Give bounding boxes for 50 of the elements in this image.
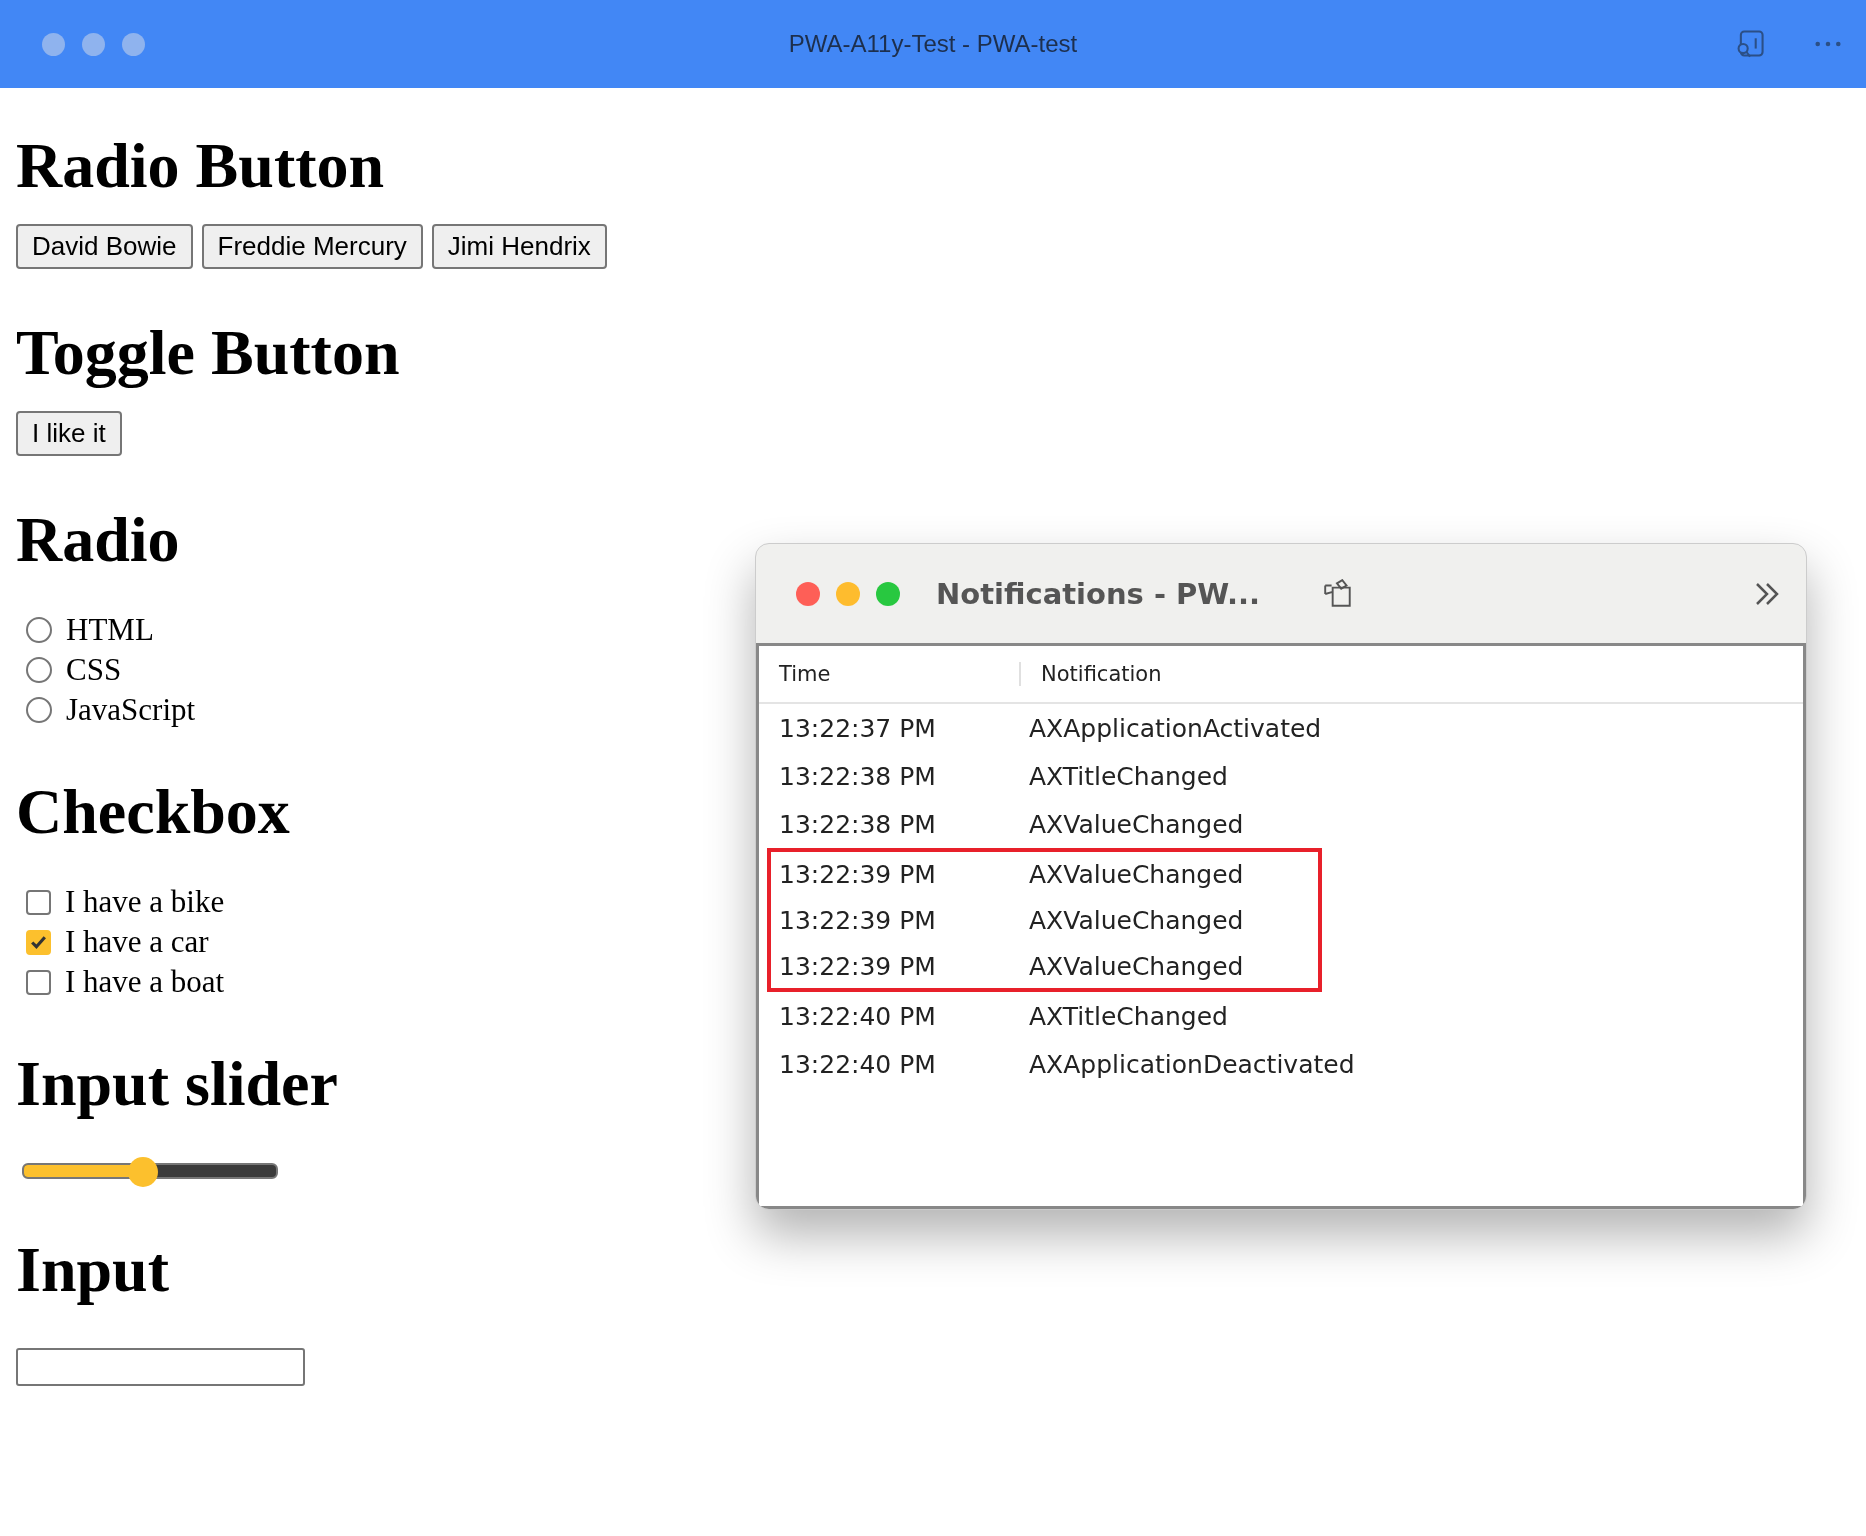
notification-cell-text: AXValueChanged (1028, 809, 1244, 839)
text-input[interactable] (16, 1348, 305, 1386)
time-cell-text: 13:22:39 PM (778, 905, 937, 935)
radio-button[interactable] (26, 657, 52, 683)
time-cell-text: 13:22:38 PM (778, 761, 937, 791)
table-row[interactable]: 13:22:40 PM AXApplicationDeactivated (767, 1040, 1467, 1088)
notification-cell-text: AXTitleChanged (1028, 1001, 1228, 1031)
checkbox-label: I have a bike (65, 884, 225, 920)
notification-cell-text: AXValueChanged (1028, 859, 1244, 889)
table-row[interactable]: 13:22:39 PM AXValueChanged (767, 944, 1322, 992)
checkbox[interactable] (26, 929, 51, 955)
push-button[interactable]: I like it (16, 411, 122, 456)
checkbox-label: I have a boat (65, 964, 225, 1000)
notification-cell-text: AXValueChanged (1028, 905, 1244, 935)
notification-cell-text: AXTitleChanged (1028, 761, 1228, 791)
table-row[interactable]: 13:22:39 PM AXValueChanged (767, 848, 1322, 896)
push-button[interactable]: David Bowie (16, 224, 193, 269)
column-header[interactable]: Time (759, 662, 1021, 686)
table-row[interactable]: 13:22:39 PM AXValueChanged (767, 896, 1322, 944)
table-row[interactable]: 13:22:40 PM AXTitleChanged (767, 992, 1467, 1040)
time-cell-text: 13:22:37 PM (778, 713, 937, 743)
push-button[interactable]: Jimi Hendrix (431, 224, 607, 269)
table-row[interactable]: 13:22:37 PM AXApplicationActivated (767, 704, 1467, 752)
window-title: PWA-A11y-Test - PWA-test (788, 30, 1078, 58)
window-title: Notifications - PW... (936, 576, 1261, 611)
checkbox-label: I have a car (65, 924, 209, 960)
checkbox[interactable] (26, 889, 51, 915)
radio-button[interactable] (26, 617, 52, 643)
time-cell-text: 13:22:40 PM (778, 1049, 937, 1079)
range-slider[interactable] (22, 1156, 278, 1186)
notification-cell-text: AXValueChanged (1028, 951, 1244, 981)
section-heading: Radio (16, 508, 180, 572)
time-cell-text: 13:22:38 PM (778, 809, 937, 839)
radio-label: CSS (66, 652, 122, 688)
section-heading: Radio Button (16, 134, 385, 198)
section-heading: Checkbox (16, 780, 290, 844)
time-cell-text: 13:22:39 PM (778, 859, 937, 889)
column-header[interactable]: Notification (1021, 662, 1162, 686)
notification-cell-text: AXApplicationActivated (1028, 713, 1322, 743)
table-row[interactable]: 13:22:38 PM AXValueChanged (767, 800, 1467, 848)
radio-label: JavaScript (66, 692, 196, 728)
time-cell-text: 13:22:39 PM (778, 951, 937, 981)
radio-label: HTML (66, 612, 154, 648)
push-button[interactable]: Freddie Mercury (201, 224, 423, 269)
checkbox[interactable] (26, 969, 51, 995)
close-icon[interactable] (796, 581, 820, 606)
radio-button[interactable] (26, 697, 52, 723)
notification-cell-text: AXApplicationDeactivated (1028, 1049, 1355, 1079)
time-cell-text: 13:22:40 PM (778, 1001, 937, 1031)
table-row[interactable]: 13:22:38 PM AXTitleChanged (767, 752, 1467, 800)
